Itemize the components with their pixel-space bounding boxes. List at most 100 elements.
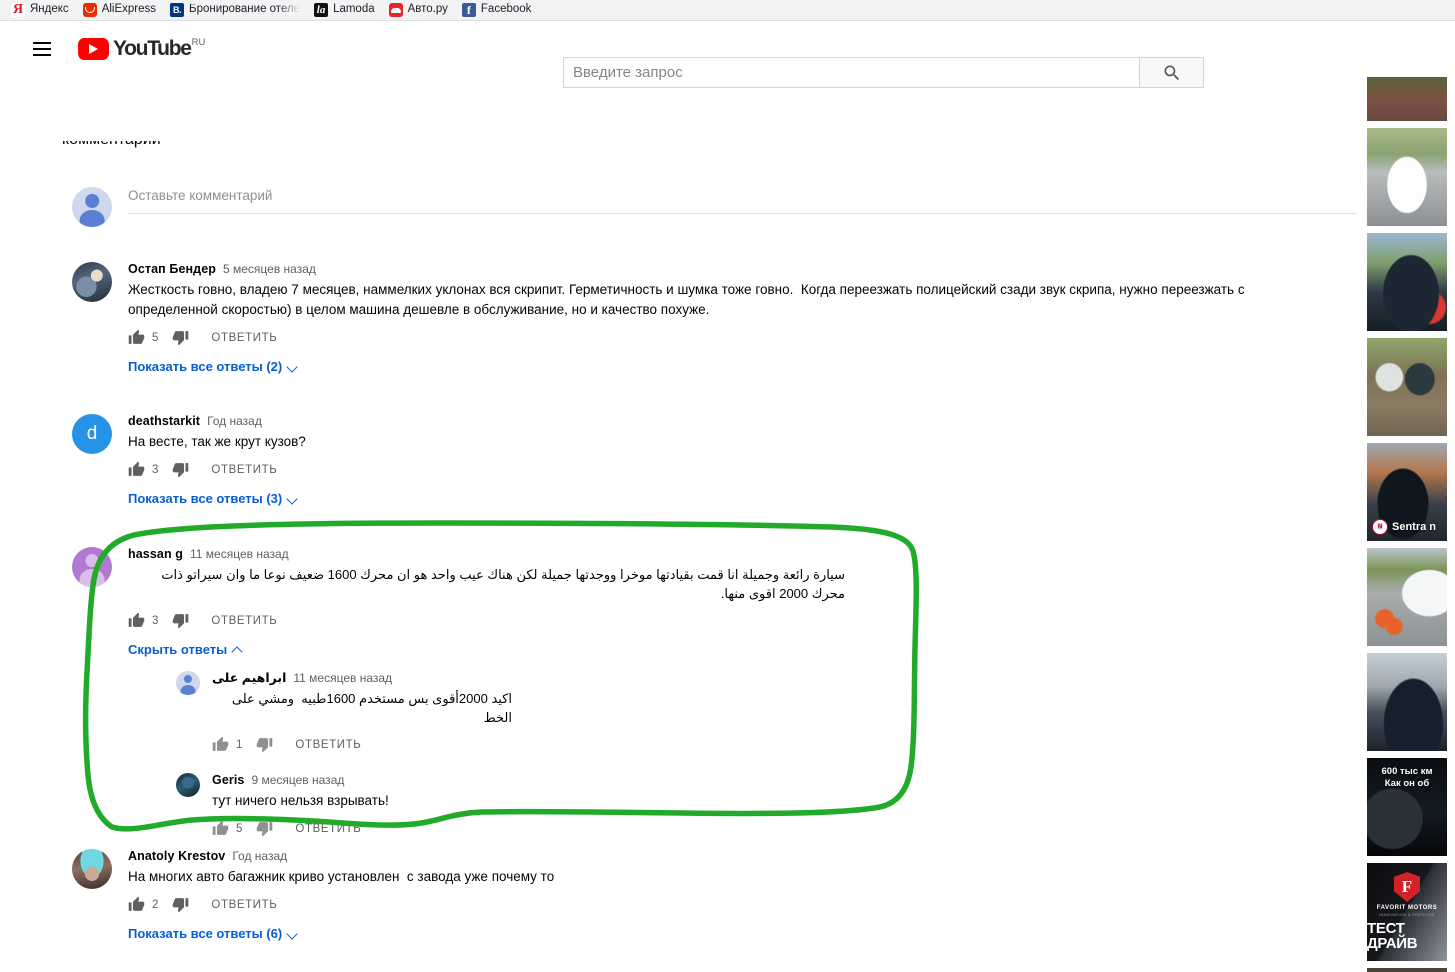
- video-thumbnail[interactable]: F FAVORIT MOTORS INNOVATION & PRESTIGE Т…: [1367, 863, 1447, 961]
- bookmark-autoru[interactable]: Авто.ру: [384, 1, 457, 20]
- video-thumbnail[interactable]: [1367, 77, 1447, 121]
- comment-timestamp[interactable]: 11 месяцев назад: [190, 547, 289, 562]
- video-thumbnail[interactable]: [1367, 653, 1447, 751]
- reply-button[interactable]: ОТВЕТИТЬ: [211, 464, 277, 476]
- show-replies-label: Показать все ответы (3): [128, 491, 283, 506]
- reply-button[interactable]: ОТВЕТИТЬ: [211, 332, 277, 344]
- comment-thread-highlighted: hassan g 11 месяцев назад سيارة رائعة وج…: [72, 547, 1360, 837]
- thumbs-down-icon[interactable]: [172, 329, 189, 346]
- thumbnail-caption: ТЕСТ ДРАЙВ: [1367, 920, 1418, 952]
- bookmark-label: Бронирование отеле: [189, 4, 301, 16]
- show-replies-toggle[interactable]: Показать все ответы (2): [128, 359, 298, 374]
- comment-actions: 3 ОТВЕТИТЬ: [128, 461, 1360, 478]
- reply-header: ابراهيم على 11 месяцев назад: [212, 671, 1360, 686]
- reply-author[interactable]: Geris: [212, 773, 244, 788]
- thumbs-up-icon[interactable]: [212, 736, 229, 753]
- comments-count-label: комментарий: [62, 141, 161, 149]
- hamburger-menu-icon[interactable]: [22, 29, 62, 69]
- thumbs-down-icon[interactable]: [256, 820, 273, 837]
- reply-item: ابراهيم على 11 месяцев назад اكيد 2000أق…: [176, 671, 1360, 753]
- show-replies-toggle[interactable]: Показать все ответы (6): [128, 926, 298, 941]
- reply-button[interactable]: ОТВЕТИТЬ: [211, 899, 277, 911]
- bookmark-label: Lamoda: [333, 3, 375, 16]
- thumbs-up-icon[interactable]: [128, 896, 145, 913]
- chevron-down-icon: [288, 929, 298, 939]
- thumbs-down-icon[interactable]: [172, 896, 189, 913]
- search-input[interactable]: [563, 57, 1139, 88]
- comment-actions: 3 ОТВЕТИТЬ: [128, 612, 1360, 629]
- bookmark-booking[interactable]: B. Бронирование отеле: [165, 1, 309, 20]
- video-thumbnail[interactable]: 600 тыс км Как он об: [1367, 758, 1447, 856]
- avatar[interactable]: [176, 773, 200, 797]
- reply-button[interactable]: ОТВЕТИТЬ: [295, 739, 361, 751]
- chevron-down-icon: [288, 494, 298, 504]
- thumbnail-caption: N Sentra n: [1367, 519, 1447, 535]
- show-replies-label: Показать все ответы (6): [128, 926, 283, 941]
- bookmark-facebook[interactable]: f Facebook: [457, 1, 541, 20]
- comment-header: hassan g 11 месяцев назад: [128, 547, 1360, 562]
- reply-button[interactable]: ОТВЕТИТЬ: [295, 823, 361, 835]
- lamoda-icon: la: [314, 3, 329, 17]
- related-videos-sidebar: N Sentra n 600 тыс км Как он об F FAVORI…: [1360, 77, 1455, 972]
- video-thumbnail[interactable]: [1367, 338, 1447, 436]
- thumbs-down-icon[interactable]: [172, 612, 189, 629]
- comment-author[interactable]: hassan g: [128, 547, 183, 562]
- reply-timestamp[interactable]: 9 месяцев назад: [251, 773, 344, 788]
- thumbnail-image: [1367, 338, 1447, 436]
- avatar[interactable]: d: [72, 414, 112, 454]
- video-thumbnail[interactable]: [1367, 968, 1447, 972]
- reply-timestamp[interactable]: 11 месяцев назад: [293, 671, 392, 686]
- facebook-icon: f: [461, 3, 476, 17]
- comment-author[interactable]: Остап Бендер: [128, 262, 216, 277]
- hide-replies-label: Скрыть ответы: [128, 642, 228, 657]
- video-thumbnail[interactable]: N Sentra n: [1367, 443, 1447, 541]
- avatar[interactable]: [72, 262, 112, 302]
- bookmark-lamoda[interactable]: la Lamoda: [309, 1, 384, 20]
- like-count: 5: [236, 822, 243, 835]
- comment-text: سيارة رائعة وجميلة انا قمت بقيادتها موخر…: [157, 567, 845, 601]
- comment-author[interactable]: Anatoly Krestov: [128, 849, 225, 864]
- add-comment-input[interactable]: Оставьте комментарий: [128, 187, 1357, 214]
- avatar[interactable]: [176, 671, 200, 695]
- comment-thread: Остап Бендер 5 месяцев назад Жесткость г…: [72, 262, 1360, 376]
- comment-timestamp[interactable]: 5 месяцев назад: [223, 262, 316, 277]
- thumbnail-image: [1367, 233, 1447, 331]
- bookmark-yandex[interactable]: Я Яндекс: [6, 1, 78, 20]
- thumbnail-brand-sub: INNOVATION & PRESTIGE: [1379, 912, 1435, 917]
- comment-author[interactable]: deathstarkit: [128, 414, 200, 429]
- current-user-avatar: [72, 187, 112, 227]
- thumbs-up-icon[interactable]: [128, 612, 145, 629]
- reply-button[interactable]: ОТВЕТИТЬ: [211, 615, 277, 627]
- logo-country-code: RU: [191, 37, 206, 48]
- youtube-masthead: YouTube RU: [0, 21, 1455, 88]
- avatar[interactable]: [72, 849, 112, 889]
- comment-thread: Anatoly Krestov Год назад На многих авто…: [72, 849, 1360, 943]
- booking-icon: B.: [170, 3, 185, 17]
- logo-text: YouTube: [113, 37, 192, 60]
- like-count: 3: [152, 463, 159, 476]
- chevron-down-icon: [288, 362, 298, 372]
- comment-timestamp[interactable]: Год назад: [207, 414, 262, 429]
- reply-actions: 1 ОТВЕТИТЬ: [212, 736, 1360, 753]
- reply-author[interactable]: ابراهيم على: [212, 671, 286, 686]
- youtube-logo[interactable]: YouTube RU: [78, 29, 205, 69]
- show-replies-toggle[interactable]: Показать все ответы (3): [128, 491, 298, 506]
- video-thumbnail[interactable]: [1367, 548, 1447, 646]
- search-button[interactable]: [1139, 57, 1204, 88]
- thumbs-up-icon[interactable]: [128, 329, 145, 346]
- thumbs-down-icon[interactable]: [172, 461, 189, 478]
- comment-text: На весте, так же крут кузов?: [128, 434, 306, 449]
- thumbs-up-icon[interactable]: [128, 461, 145, 478]
- thumbs-down-icon[interactable]: [256, 736, 273, 753]
- bookmark-aliexpress[interactable]: AliExpress: [78, 1, 165, 20]
- hide-replies-toggle[interactable]: Скрыть ответы: [128, 642, 243, 657]
- comment-thread: d deathstarkit Год назад На весте, так ж…: [72, 414, 1360, 508]
- video-thumbnail[interactable]: [1367, 233, 1447, 331]
- comment-timestamp[interactable]: Год назад: [232, 849, 287, 864]
- reply-actions: 5 ОТВЕТИТЬ: [212, 820, 1360, 837]
- thumbs-up-icon[interactable]: [212, 820, 229, 837]
- avatar[interactable]: [72, 547, 112, 587]
- add-comment-row: Оставьте комментарий: [72, 187, 1357, 227]
- video-thumbnail[interactable]: [1367, 128, 1447, 226]
- chevron-up-icon: [233, 645, 243, 655]
